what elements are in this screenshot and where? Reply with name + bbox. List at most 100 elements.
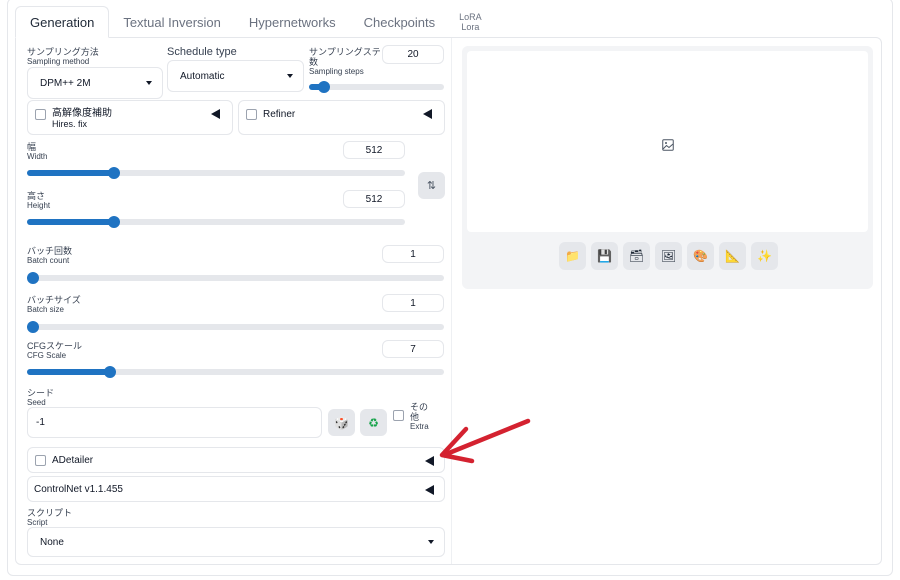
cfg-label-en: CFG Scale — [27, 351, 67, 360]
annotation-arrow — [439, 418, 531, 464]
sampler-label-en: Sampling method — [27, 57, 90, 66]
sampler-dropdown[interactable]: DPM++ 2M — [27, 67, 163, 99]
tab-checkpoints[interactable]: Checkpoints — [350, 6, 450, 38]
refiner-checkbox[interactable] — [246, 109, 257, 120]
send-to-inpaint-button[interactable]: 🎨 — [687, 242, 714, 270]
hires-fix-label-jp: 高解像度補助 — [52, 108, 112, 119]
collapse-triangle-icon[interactable] — [423, 109, 432, 119]
generation-panel: サンプリング方法 Sampling method DPM++ 2M Schedu… — [15, 37, 882, 565]
hires-fix-label-en: Hires. fix — [52, 119, 88, 129]
batch-size-label-en: Batch size — [27, 305, 64, 314]
dice-icon: 🎲 — [334, 415, 349, 430]
save-button[interactable]: 💾 — [591, 242, 618, 270]
extra-label-en: Extra — [410, 422, 429, 431]
tab-bar: Generation Textual Inversion Hypernetwor… — [15, 6, 492, 38]
adetailer-checkbox[interactable] — [35, 455, 46, 466]
output-gallery: 📁 💾 🗃 🖼 🎨 📐 ✨ — [462, 46, 873, 289]
refiner-accordion[interactable]: Refiner — [238, 100, 445, 135]
output-toolbar: 📁 💾 🗃 🖼 🎨 📐 ✨ — [559, 242, 778, 270]
hires-fix-checkbox[interactable] — [35, 109, 46, 120]
sampler-label-jp: サンプリング方法 — [27, 47, 99, 57]
extra-checkbox[interactable] — [393, 410, 404, 421]
settings-column: サンプリング方法 Sampling method DPM++ 2M Schedu… — [16, 38, 452, 564]
seed-input[interactable]: -1 — [27, 407, 322, 438]
extra-label-jp2: 他 — [410, 412, 420, 422]
reuse-seed-button[interactable]: ♻ — [360, 409, 387, 436]
width-slider[interactable] — [27, 167, 405, 179]
height-slider-fill — [27, 219, 114, 225]
width-slider-thumb[interactable] — [107, 167, 120, 179]
controlnet-accordion[interactable]: ControlNet v1.1.455 — [27, 476, 445, 502]
swap-dimensions-button[interactable]: ⇅ — [418, 172, 445, 199]
script-value: None — [40, 536, 64, 548]
batch-count-slider-thumb[interactable] — [27, 272, 39, 284]
cfg-slider-fill — [27, 369, 111, 375]
palette-icon: 🎨 — [693, 249, 708, 263]
chevron-down-icon — [146, 81, 152, 85]
width-label-jp: 幅 — [27, 142, 37, 152]
adetailer-label: ADetailer — [52, 455, 94, 466]
batch-size-input[interactable]: 1 — [382, 294, 444, 312]
script-dropdown[interactable]: None — [27, 527, 445, 557]
schedule-label: Schedule type — [167, 46, 237, 58]
steps-label-en: Sampling steps — [309, 67, 364, 76]
zip-button[interactable]: 🗃 — [623, 242, 650, 270]
sampler-value: DPM++ 2M — [40, 77, 91, 89]
controlnet-label: ControlNet v1.1.455 — [34, 484, 123, 495]
cfg-slider[interactable] — [27, 366, 444, 378]
save-icon: 💾 — [597, 249, 612, 263]
height-slider-thumb[interactable] — [107, 216, 120, 228]
cfg-slider-thumb[interactable] — [104, 366, 117, 378]
image-icon: 🖼 — [660, 249, 677, 263]
steps-slider[interactable] — [309, 81, 444, 93]
chevron-down-icon — [287, 74, 293, 78]
schedule-value: Automatic — [180, 70, 225, 82]
steps-input[interactable]: 20 — [382, 45, 444, 64]
folder-icon: 📁 — [565, 249, 580, 263]
batch-count-label-jp: バッチ回数 — [27, 246, 73, 256]
script-label-jp: スクリプト — [27, 508, 73, 518]
open-folder-button[interactable]: 📁 — [559, 242, 586, 270]
sparkle-icon: ✨ — [757, 249, 772, 263]
height-input[interactable]: 512 — [343, 190, 405, 208]
height-label-en: Height — [27, 201, 51, 210]
seed-label-jp: シード — [27, 388, 55, 398]
batch-count-slider[interactable] — [27, 272, 444, 284]
send-to-extras-button[interactable]: 📐 — [719, 242, 746, 270]
image-placeholder-icon — [662, 139, 674, 151]
image-preview — [467, 51, 868, 232]
tab-lora-sublabel: Lora — [461, 22, 480, 32]
batch-count-input[interactable]: 1 — [382, 245, 444, 263]
batch-size-slider[interactable] — [27, 321, 444, 333]
cfg-input[interactable]: 7 — [382, 340, 444, 358]
send-to-img2img-button[interactable]: 🖼 — [655, 242, 682, 270]
chevron-down-icon — [428, 540, 434, 544]
collapse-triangle-icon[interactable] — [425, 485, 434, 495]
batch-size-slider-thumb[interactable] — [27, 321, 39, 333]
triangle-ruler-icon: 📐 — [725, 249, 740, 263]
cfg-label-jp: CFGスケール — [27, 341, 82, 351]
refiner-label: Refiner — [263, 109, 296, 120]
adetailer-accordion[interactable]: ADetailer — [27, 447, 445, 473]
swap-vertical-icon: ⇅ — [426, 180, 437, 192]
batch-size-label-jp: バッチサイズ — [27, 295, 81, 305]
random-seed-button[interactable]: 🎲 — [328, 409, 355, 436]
collapse-triangle-icon[interactable] — [211, 109, 220, 119]
tab-lora-label: LoRA — [459, 12, 482, 22]
tab-hypernetworks[interactable]: Hypernetworks — [235, 6, 350, 38]
height-slider[interactable] — [27, 216, 405, 228]
width-input[interactable]: 512 — [343, 141, 405, 159]
schedule-dropdown[interactable]: Automatic — [167, 60, 304, 92]
width-slider-fill — [27, 170, 114, 176]
tab-textual-inversion[interactable]: Textual Inversion — [109, 6, 235, 38]
steps-label-jp2: 数 — [309, 57, 319, 67]
hires-fix-accordion[interactable]: 高解像度補助 Hires. fix — [27, 100, 233, 135]
tab-lora[interactable]: LoRA Lora — [449, 6, 492, 38]
height-label-jp: 高さ — [27, 191, 46, 201]
batch-count-label-en: Batch count — [27, 256, 70, 265]
upscale-button[interactable]: ✨ — [751, 242, 778, 270]
zip-icon: 🗃 — [628, 249, 645, 263]
steps-slider-thumb[interactable] — [317, 81, 330, 93]
extra-label-jp: その — [410, 402, 429, 412]
tab-generation[interactable]: Generation — [15, 6, 110, 38]
